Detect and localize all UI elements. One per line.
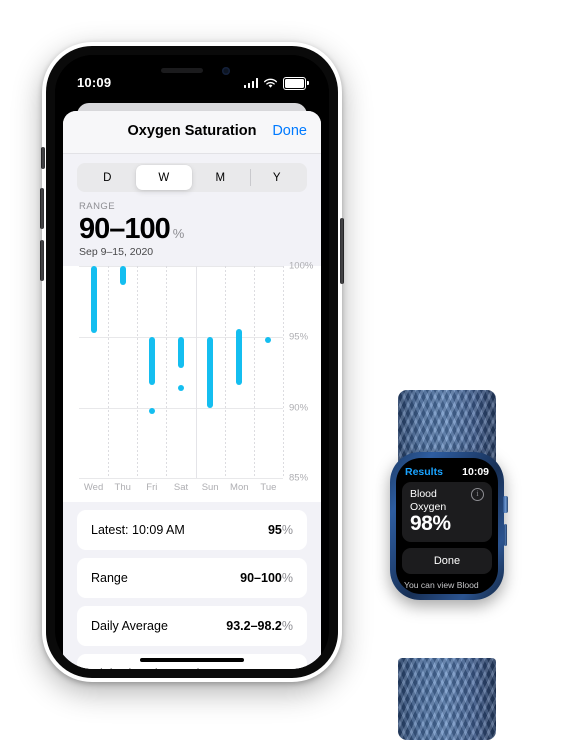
chart-day-divider (166, 266, 168, 479)
navigation-bar: Oxygen Saturation Done (63, 111, 321, 154)
chart-bar[interactable] (236, 328, 243, 386)
volume-up-button[interactable] (40, 188, 44, 229)
mute-switch[interactable] (41, 147, 45, 169)
chart-y-tick-label: 95% (289, 331, 309, 343)
chart-day-divider (224, 266, 226, 479)
oxygen-saturation-chart[interactable]: 85% 90% 95% 100% (79, 261, 313, 484)
oxygen-saturation-sheet: Oxygen Saturation Done D W M Y RANGE 90–… (63, 111, 321, 669)
power-button[interactable] (340, 218, 344, 284)
chart-day-divider (253, 266, 255, 479)
signal-bars-icon (243, 78, 259, 89)
statistics-row-label: Range (91, 571, 128, 586)
chart-data-point[interactable] (178, 385, 184, 392)
chart-bar[interactable] (90, 266, 97, 333)
wifi-icon (264, 78, 278, 88)
chart-day-divider (108, 266, 110, 479)
statistics-row-unit: % (281, 619, 293, 634)
battery-icon (283, 77, 309, 90)
statistics-row-label: Latest: 10:09 AM (91, 523, 185, 538)
date-range-label: Sep 9–15, 2020 (79, 246, 154, 259)
chart-day-divider (195, 266, 197, 479)
watch-screen: Results 10:09 Blood Oxygen i 98% Done Yo… (396, 458, 498, 594)
range-summary: RANGE 90–100% Sep 9–15, 2020 (63, 192, 321, 259)
chart-bar[interactable] (178, 337, 184, 369)
watch-app-title: Results (405, 466, 443, 478)
volume-down-button[interactable] (40, 240, 44, 281)
watch-help-text: You can view Blood Oxygen measurements i… (404, 580, 479, 594)
segment-year[interactable]: Y (249, 165, 306, 190)
statistics-row-unit: % (281, 523, 293, 538)
watch-header: Results 10:09 (396, 458, 498, 482)
done-button[interactable]: Done (272, 123, 307, 139)
metric-header: Blood Oxygen i (410, 488, 484, 513)
statistics-row[interactable]: Latest: 10:09 AM 95% (77, 510, 307, 551)
status-bar-time: 10:09 (77, 75, 112, 90)
chart-data-point[interactable] (265, 337, 272, 344)
metric-value: 98% (410, 512, 451, 536)
front-camera (222, 67, 230, 75)
earpiece-speaker (161, 68, 203, 73)
segment-month[interactable]: M (192, 165, 249, 190)
segment-day[interactable]: D (79, 165, 136, 190)
phone-bezel: 10:09 Oxygen Saturation Done D W M Y RAN… (46, 46, 338, 678)
statistics-row-label: High Elevation Environment (91, 667, 245, 669)
chart-x-tick-label: Fri (146, 482, 158, 494)
statistics-row-value: 90–96% (247, 667, 293, 669)
digital-crown[interactable] (503, 496, 508, 513)
chart-x-tick-label: Tue (260, 482, 277, 494)
statistics-list: Latest: 10:09 AM 95% Range 90–100% Daily Ave… (63, 502, 321, 669)
chart-bar[interactable] (119, 266, 126, 285)
home-indicator[interactable] (140, 658, 244, 662)
statistics-row-unit: % (282, 667, 293, 669)
statistics-row[interactable]: Range 90–100% (77, 558, 307, 599)
watch-band-bottom (398, 658, 496, 740)
chart-y-tick-label: 90% (289, 402, 309, 414)
statistics-row-value: 90–100% (240, 571, 293, 586)
apple-watch-device: Results 10:09 Blood Oxygen i 98% Done Yo… (372, 390, 522, 740)
watch-time: 10:09 (462, 466, 489, 478)
chart-data-point[interactable] (148, 407, 155, 414)
chart-y-tick-label: 85% (289, 472, 309, 484)
chart-day-divider (137, 266, 139, 479)
chart-x-tick-label: Mon (230, 482, 249, 494)
phone-screen: 10:09 Oxygen Saturation Done D W M Y RAN… (55, 55, 329, 669)
chart-card: 85% 90% 95% 100% Wed Thu Fri Sat Sun Mon Tue (63, 261, 321, 503)
segmented-control[interactable]: D W M Y (77, 163, 307, 192)
chart-y-tick-label: 100% (289, 260, 314, 272)
range-value: 90–100% (79, 213, 305, 245)
chart-bar[interactable] (207, 337, 214, 408)
segment-week[interactable]: W (135, 165, 192, 190)
watch-done-button[interactable]: Done (402, 548, 492, 575)
chart-x-axis: Wed Thu Fri Sat Sun Mon Tue (79, 478, 283, 502)
chart-x-tick-label: Sun (201, 482, 219, 494)
iphone-device: 10:09 Oxygen Saturation Done D W M Y RAN… (40, 42, 344, 682)
range-number: 90–100 (79, 213, 171, 245)
watch-side-button[interactable] (503, 524, 507, 546)
status-bar: 10:09 (55, 55, 329, 101)
statistics-row-value: 93.2–98.2% (226, 619, 293, 634)
chart-x-tick-label: Wed (83, 482, 104, 494)
blood-oxygen-result-card[interactable]: Blood Oxygen i 98% (402, 482, 492, 543)
chart-gridline (79, 407, 283, 409)
range-caption: RANGE (79, 201, 116, 212)
time-range-selector: D W M Y (63, 154, 321, 192)
metric-label: Blood Oxygen (410, 488, 447, 513)
chart-gridline (79, 266, 283, 268)
chart-bar[interactable] (148, 337, 155, 386)
statistics-row-label: Daily Average (91, 619, 168, 634)
chart-x-tick-label: Thu (114, 482, 131, 494)
range-unit: % (172, 226, 185, 241)
chart-day-divider (283, 266, 284, 479)
statistics-row[interactable]: Daily Average 93.2–98.2% (77, 606, 307, 647)
statistics-row-unit: % (281, 571, 293, 586)
statistics-row-value: 95% (267, 523, 293, 538)
info-circle-icon[interactable]: i (471, 488, 484, 501)
status-bar-indicators (243, 77, 309, 90)
chart-x-tick-label: Sat (173, 482, 189, 494)
watch-case: Results 10:09 Blood Oxygen i 98% Done Yo… (390, 452, 508, 600)
